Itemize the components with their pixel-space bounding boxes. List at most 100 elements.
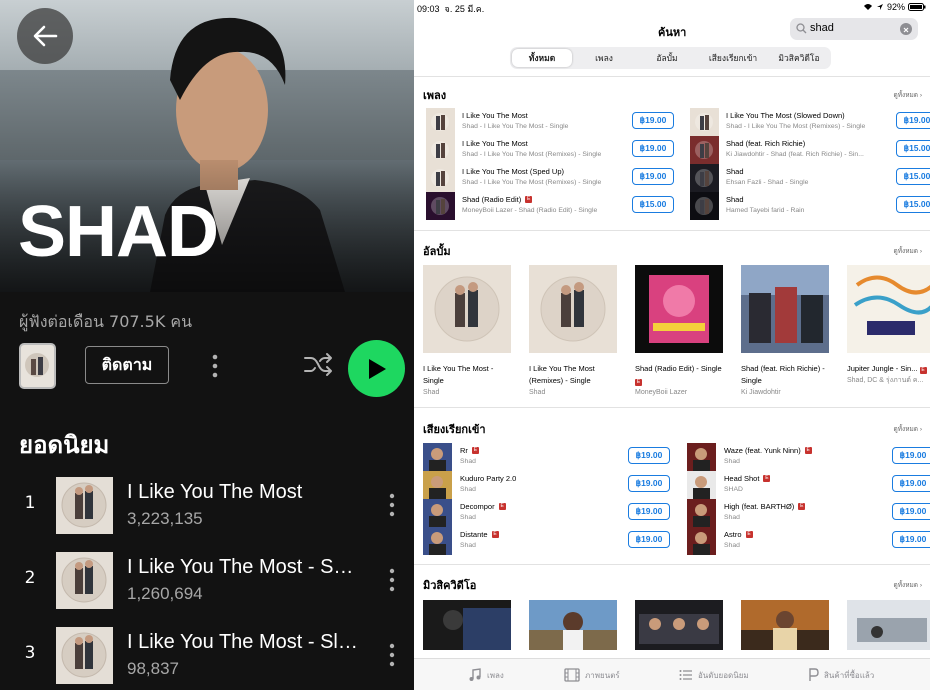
search-field[interactable]: shad [790, 18, 918, 40]
search-icon [796, 23, 807, 34]
ringtone-artist: Shad [724, 458, 740, 465]
price-button[interactable]: ฿15.00 [896, 196, 930, 213]
tab-purchased-label: สินค้าที่ซื้อแล้ว [824, 670, 875, 680]
song-title: Shad [726, 195, 744, 204]
track-row[interactable]: 3 I Like You The Most - Slowed Down 98,8… [0, 625, 414, 685]
album-item[interactable]: I Like You The Most (Remixes) - Single S… [529, 265, 621, 398]
song-result-row[interactable]: I Like You The Most (Sped Up) Shad - I Li… [416, 164, 674, 192]
track-more-icon[interactable] [384, 491, 400, 519]
price-button[interactable]: ฿19.00 [892, 503, 930, 520]
ringtone-artist: Shad [460, 514, 476, 521]
song-result-row[interactable]: Shad Hamed Tayebi farid - Rain ฿15.00 [680, 192, 930, 220]
explicit-badge: E [491, 531, 499, 538]
music-video-thumbnail[interactable] [741, 600, 829, 650]
price-button[interactable]: ฿19.00 [632, 168, 674, 185]
song-artwork [690, 136, 719, 164]
play-button[interactable] [348, 340, 405, 397]
segment-all[interactable]: ทั้งหมด [512, 49, 572, 67]
music-video-thumbnail[interactable] [635, 600, 723, 650]
price-button[interactable]: ฿19.00 [628, 503, 670, 520]
price-button[interactable]: ฿19.00 [896, 112, 930, 129]
tab-music[interactable]: เพลง [468, 659, 504, 690]
ringtone-artist: Shad [460, 458, 476, 465]
follow-button[interactable]: ติดตาม [85, 346, 169, 384]
ringtones-see-all-link[interactable]: ดูทั้งหมด › [894, 424, 922, 434]
track-row[interactable]: 1 I Like You The Most 3,223,135 [0, 475, 414, 535]
segment-ringtones[interactable]: เสียงเรียกเข้า [700, 49, 766, 67]
ringtone-artist: Shad [724, 542, 740, 549]
price-button[interactable]: ฿19.00 [632, 112, 674, 129]
tab-top-charts-label: อันดับยอดนิยม [698, 670, 749, 680]
ringtone-result-row[interactable]: Decompor E Shad ฿19.00 [414, 499, 670, 527]
shuffle-icon[interactable] [303, 350, 333, 380]
music-video-thumbnail[interactable] [529, 600, 617, 650]
ringtone-result-row[interactable]: Kuduro Party 2.0 Shad ฿19.00 [414, 471, 670, 499]
music-video-thumbnail[interactable] [423, 600, 511, 650]
artist-cover-thumbnail[interactable] [19, 343, 56, 389]
segment-music-videos[interactable]: มิวสิควิดีโอ [768, 49, 830, 67]
price-button[interactable]: ฿19.00 [628, 531, 670, 548]
page-title: ค้นหา [658, 27, 687, 39]
price-button[interactable]: ฿19.00 [892, 447, 930, 464]
price-button[interactable]: ฿19.00 [892, 475, 930, 492]
ringtone-artwork [423, 499, 452, 527]
price-button[interactable]: ฿19.00 [892, 531, 930, 548]
ringtone-result-row[interactable]: Distante E Shad ฿19.00 [414, 527, 670, 555]
album-item[interactable]: Jupiter Jungle - Sin... E Shad, DC & รุ่… [847, 265, 930, 386]
track-artwork [56, 477, 113, 534]
song-result-row[interactable]: I Like You The Most Shad - I Like You The… [416, 108, 674, 136]
songs-see-all-link[interactable]: ดูทั้งหมด › [894, 90, 922, 100]
album-item[interactable]: Shad (feat. Rich Richie) - Single Ki Jia… [741, 265, 833, 398]
song-title: Shad (Radio Edit) E [462, 195, 533, 204]
music-video-thumbnail[interactable] [847, 600, 930, 650]
track-more-icon[interactable] [384, 641, 400, 669]
album-artist: Shad, DC & รุ่งภานต์ ค... [847, 377, 924, 384]
back-button[interactable] [17, 8, 73, 64]
song-result-row[interactable]: I Like You The Most (Slowed Down) Shad - … [680, 108, 930, 136]
song-subtitle: Hamed Tayebi farid - Rain [726, 207, 805, 214]
song-artwork [426, 192, 455, 220]
price-button[interactable]: ฿15.00 [896, 168, 930, 185]
ringtone-result-row[interactable]: Rr E Shad ฿19.00 [414, 443, 670, 471]
song-title: Shad [726, 167, 744, 176]
status-date: จ. 25 มี.ค. [444, 4, 485, 14]
ringtones-section-title: เสียงเรียกเข้า [423, 424, 486, 436]
ringtone-artist: Shad [724, 514, 740, 521]
song-subtitle: Shad - I Like You The Most - Single [462, 123, 569, 130]
album-item[interactable]: I Like You The Most - Single Shad [423, 265, 515, 398]
song-result-row[interactable]: Shad (Radio Edit) E MoneyBoii Lazer - Shad… [416, 192, 674, 220]
segment-albums[interactable]: อัลบั้ม [636, 49, 698, 67]
clear-search-icon[interactable] [900, 23, 912, 35]
ringtone-result-row[interactable]: Head Shot E SHAD ฿19.00 [678, 471, 930, 499]
price-button[interactable]: ฿19.00 [632, 140, 674, 157]
albums-see-all-link[interactable]: ดูทั้งหมด › [894, 246, 922, 256]
purchased-icon [809, 668, 819, 681]
song-result-row[interactable]: I Like You The Most Shad - I Like You The… [416, 136, 674, 164]
track-more-icon[interactable] [384, 566, 400, 594]
tab-purchased[interactable]: สินค้าที่ซื้อแล้ว [807, 659, 874, 690]
album-title: Shad (feat. Rich Richie) - Single [741, 364, 825, 385]
track-row[interactable]: 2 I Like You The Most - Sped Up 1,260,69… [0, 550, 414, 610]
tab-movies-label: ภาพยนตร์ [585, 670, 620, 680]
ringtone-result-row[interactable]: Waze (feat. Yunk Ninn) E Shad ฿19.00 [678, 443, 930, 471]
price-button[interactable]: ฿15.00 [632, 196, 674, 213]
music-videos-see-all-link[interactable]: ดูทั้งหมด › [894, 580, 922, 590]
price-button[interactable]: ฿19.00 [628, 447, 670, 464]
song-artwork [426, 108, 455, 136]
track-artwork [56, 552, 113, 609]
price-button[interactable]: ฿19.00 [628, 475, 670, 492]
music-note-icon [469, 668, 481, 681]
song-result-row[interactable]: Shad Ehsan Fazli - Shad - Single ฿15.00 [680, 164, 930, 192]
ringtone-result-row[interactable]: Astro E Shad ฿19.00 [678, 527, 930, 555]
song-title: I Like You The Most (Sped Up) [462, 167, 565, 176]
segment-songs[interactable]: เพลง [574, 49, 634, 67]
price-button[interactable]: ฿15.00 [896, 140, 930, 157]
artist-name: SHAD [18, 192, 219, 272]
album-item[interactable]: Shad (Radio Edit) - Single E MoneyBoii L… [635, 265, 727, 398]
song-result-row[interactable]: Shad (feat. Rich Richie) Ki Jiawdohtir - … [680, 136, 930, 164]
tab-movies[interactable]: ภาพยนตร์ [564, 659, 620, 690]
more-options-icon[interactable] [205, 352, 225, 380]
ringtone-title: Rr E [460, 446, 479, 455]
ringtone-result-row[interactable]: High (feat. BARTHØ) E Shad ฿19.00 [678, 499, 930, 527]
tab-top-charts[interactable]: อันดับยอดนิยม [679, 659, 749, 690]
